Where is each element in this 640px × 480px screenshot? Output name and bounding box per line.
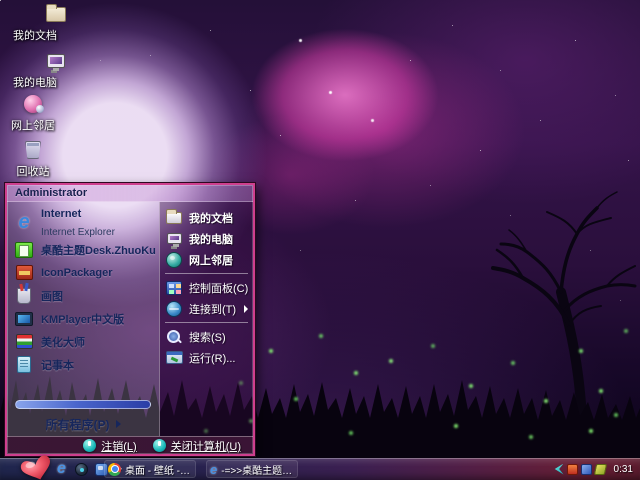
menu-item-my-computer[interactable]: 我的电脑 (163, 228, 250, 249)
submenu-arrow-icon (244, 305, 248, 313)
browser-icon (108, 463, 121, 476)
log-off-icon (83, 439, 96, 452)
menu-item-media-player[interactable]: KMPlayer中文版 (10, 307, 156, 330)
menu-item-label: Internet (41, 208, 81, 220)
desktop-icon-label: 网上邻居 (11, 117, 55, 133)
desktop-icon-my-documents[interactable]: 我的文档 (2, 2, 68, 43)
menu-item-search[interactable]: 搜索(S) (163, 326, 250, 347)
pen-input-icon[interactable] (593, 464, 606, 475)
menu-item-zhuoku-theme[interactable]: 桌酷主题Desk.ZhuoKu.Com (10, 238, 156, 261)
run-icon (165, 350, 183, 366)
menu-item-run[interactable]: 运行(R)... (163, 347, 250, 368)
clock[interactable]: 0:31 (614, 464, 633, 475)
media-icon[interactable] (74, 462, 89, 477)
folder-icon (165, 210, 183, 226)
menu-item-my-documents[interactable]: 我的文档 (163, 207, 250, 228)
start-menu-left-column: e Internet Internet Explorer 桌酷主题Desk.Zh… (7, 202, 159, 436)
ie-icon: e (13, 212, 35, 232)
menu-divider (165, 273, 248, 274)
zhuoku-icon (13, 240, 35, 260)
menu-item-beautify[interactable]: 美化大师 (10, 330, 156, 353)
menu-item-label: 控制面板(C) (189, 280, 248, 296)
turn-off-icon (153, 439, 166, 452)
menu-item-label: 连接到(T) (189, 301, 236, 317)
menu-item-iconpackager[interactable]: IconPackager (10, 261, 156, 284)
desktop-icon-label: 我的电脑 (13, 74, 57, 90)
documents-folder-icon (43, 2, 69, 26)
menu-item-label: 运行(R)... (189, 350, 235, 366)
start-menu-header: Administrator (7, 185, 253, 202)
all-programs-arrow-icon (116, 420, 121, 428)
desktop-icon-recycle-bin[interactable]: 回收站 (0, 138, 66, 179)
network-icon (165, 252, 183, 268)
desktop-icon-label: 回收站 (17, 163, 50, 179)
blinds-icon (13, 332, 35, 352)
paint-icon (13, 286, 35, 306)
iconpackager-icon (13, 263, 35, 283)
menu-item-notepad[interactable]: 记事本 (10, 353, 156, 376)
menu-item-label: 桌酷主题Desk.ZhuoKu.Com (41, 242, 156, 258)
all-programs-button[interactable]: 所有程序(P) (10, 412, 156, 436)
task-button-label: -=>>桌酷主题 - Mi... (221, 462, 294, 477)
connect-icon (165, 301, 183, 317)
media-player-icon (13, 309, 35, 329)
menu-item-network-places[interactable]: 网上邻居 (163, 249, 250, 270)
my-computer-icon (43, 49, 69, 73)
start-menu-footer: 注销(L) 关闭计算机(U) (7, 436, 253, 454)
desktop-icon-network-places[interactable]: 网上邻居 (0, 92, 66, 133)
app-red-icon[interactable] (567, 464, 578, 475)
menu-item-label: 我的文档 (189, 210, 233, 226)
menu-item-label: 网上邻居 (189, 252, 233, 268)
menu-item-label: KMPlayer中文版 (41, 311, 124, 327)
menu-item-control-panel[interactable]: 控制面板(C) (163, 277, 250, 298)
ie-icon[interactable]: e (54, 462, 69, 477)
menu-item-sublabel: Internet Explorer (41, 227, 115, 238)
menu-divider-bar (15, 400, 151, 409)
taskbar: e » 桌面 - 壁纸 - 桌酷... e -=>>桌酷主题 - Mi... 0… (0, 458, 640, 480)
turn-off-label: 关闭计算机(U) (171, 438, 241, 454)
log-off-button[interactable]: 注销(L) (83, 438, 136, 454)
task-button-wallpaper-page[interactable]: 桌面 - 壁纸 - 桌酷... (104, 460, 196, 478)
menu-item-paint[interactable]: 画图 (10, 284, 156, 307)
task-button-label: 桌面 - 壁纸 - 桌酷... (125, 462, 192, 477)
input-indicator-icon[interactable] (553, 464, 564, 475)
desktop-icon-my-computer[interactable]: 我的电脑 (2, 49, 68, 90)
menu-item-label: 搜索(S) (189, 329, 226, 345)
network-places-icon (20, 92, 46, 116)
recycle-bin-icon (20, 138, 46, 162)
menu-item-label: 记事本 (41, 357, 74, 373)
start-menu-right-column: 我的文档 我的电脑 网上邻居 控制面板(C) 连接到(T) (159, 202, 253, 436)
menu-item-label: 画图 (41, 288, 63, 304)
log-off-label: 注销(L) (101, 438, 136, 454)
logged-in-user: Administrator (15, 187, 87, 199)
computer-icon (165, 231, 183, 247)
menu-item-label: IconPackager (41, 267, 113, 279)
turn-off-computer-button[interactable]: 关闭计算机(U) (153, 438, 241, 454)
notepad-icon (13, 355, 35, 375)
start-menu: Administrator e Internet Internet Explor… (5, 183, 255, 456)
desktop-screen: 我的文档 我的电脑 网上邻居 回收站 Administrator e Inter… (0, 0, 640, 480)
system-tray: 0:31 (546, 458, 640, 480)
search-icon (165, 329, 183, 345)
task-button-zhuoku-theme[interactable]: e -=>>桌酷主题 - Mi... (206, 460, 298, 478)
desktop-icon-label: 我的文档 (13, 27, 57, 43)
menu-divider (165, 322, 248, 323)
control-panel-icon (165, 280, 183, 296)
menu-item-connect-to[interactable]: 连接到(T) (163, 298, 250, 319)
network-tray-icon[interactable] (581, 464, 592, 475)
ie-icon: e (210, 463, 217, 476)
menu-item-internet[interactable]: e Internet Internet Explorer (10, 206, 156, 238)
all-programs-label: 所有程序(P) (46, 416, 110, 433)
menu-item-label: 我的电脑 (189, 231, 233, 247)
menu-item-label: 美化大师 (41, 334, 85, 350)
